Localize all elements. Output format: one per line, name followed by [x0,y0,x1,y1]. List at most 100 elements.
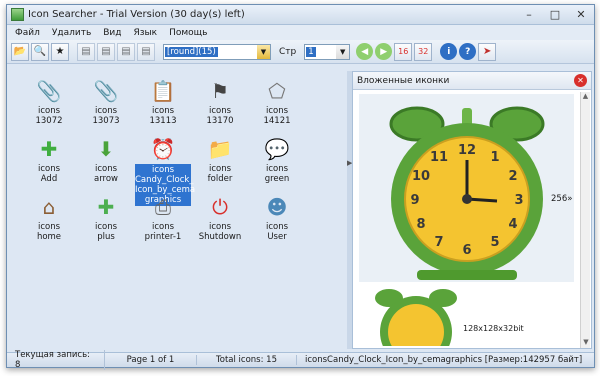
icon-grid-item-prefix: icons [265,106,289,116]
info-button[interactable]: i [440,43,458,60]
icon-grid-item[interactable]: 📎 icons 13073 [78,79,134,126]
menu-language[interactable]: Язык [134,28,158,38]
menu-delete[interactable]: Удалить [52,28,91,38]
home-icon: ⌂ [42,195,56,219]
icon-grid-item-prefix: icons [208,164,232,174]
icon-grid-item-prefix: icons [151,106,175,116]
help-button[interactable]: ? [459,43,477,60]
scroll-down-icon[interactable]: ▼ [581,338,591,348]
icon-grid-item[interactable]: ✚ icons Add [21,137,77,184]
icon-grid-item-label: icons User [249,222,305,242]
exit-button[interactable]: ➤ [478,42,497,61]
exit-icon: ➤ [483,46,492,57]
scroll-up-icon[interactable]: ▲ [581,92,590,102]
status-page: Page 1 of 1 [105,355,197,365]
folder-icon: 📂 [13,46,27,57]
menu-view[interactable]: Вид [103,28,121,38]
main-area: 📎 icons 13072 📎 icons 13073 📋 icons 13113 ⚑ icons 1… [7,65,594,368]
icon-grid-item[interactable]: 💬 icons green [249,137,305,184]
preview-scrollbar[interactable]: ▲ ▼ [580,92,590,348]
window-title: Icon Searcher - Trial Version (30 day(s)… [28,9,245,20]
icon-grid-item[interactable]: ⚑ icons 13170 [192,79,248,126]
close-panel-button[interactable]: ✕ [574,74,587,87]
printer-icon: ⎙ [155,195,171,219]
chevron-down-icon[interactable]: ▼ [336,44,350,59]
icon-grid-item-prefix: icons [94,106,118,116]
save-button[interactable]: ▤ [97,42,115,61]
app-window: Icon Searcher - Trial Version (30 day(s)… [6,4,595,370]
document-icon: 📋 [150,79,176,103]
search-combo-value: [round](15) [165,46,218,57]
maximize-button[interactable]: □ [542,5,568,24]
page-label: Стр [279,46,297,57]
menu-file[interactable]: Файл [15,28,40,38]
svg-text:4: 4 [508,217,517,232]
icon-grid-item[interactable]: 📋 icons 13113 [135,79,191,126]
icon-grid-item-name: 13170 [206,116,234,126]
svg-text:5: 5 [490,235,499,250]
chevron-down-icon[interactable]: ▼ [257,44,270,59]
icon-grid-item-label: icons green [249,164,305,184]
icon-grid-item-name: green [264,174,290,184]
prev-page-button[interactable]: ◀ [356,43,374,60]
open-folder-button[interactable]: 📂 [11,42,29,61]
icon-grid-item[interactable]: ⌂ icons home [21,195,77,242]
alarm-clock-icon: 12 1 2 3 4 5 6 7 8 9 10 11 [359,94,574,282]
app-icon [11,8,24,21]
menu-help[interactable]: Помощь [169,28,207,38]
icon-grid-item-prefix: icons [151,165,175,175]
fork-icon: ⚑ [211,79,229,103]
icon-grid-item[interactable]: ⎙ icons printer-1 [135,195,191,242]
svg-text:6: 6 [462,243,471,258]
grid-32-icon: 32 [418,47,429,56]
search-combo[interactable]: [round](15) ▼ [163,43,271,60]
save-all-button[interactable]: ▤ [117,42,135,61]
icon-grid-item-prefix: icons [94,222,118,232]
icon-grid-item-prefix: icons [37,106,61,116]
icon-thumbnail[interactable] [359,284,574,368]
search-button[interactable]: 🔍 [31,42,49,61]
plus-icon: ✚ [97,195,115,219]
icon-grid-item-label: icons 13113 [135,106,191,126]
icon-grid-item[interactable]: ⬇ icons arrow [78,137,134,184]
arrow-icon: ⬇ [97,137,115,161]
icon-grid-item-name: arrow [93,174,118,184]
icon-grid-item[interactable]: ☻ icons User [249,195,305,242]
svg-text:12: 12 [458,143,476,158]
properties-icon: ▤ [141,46,151,57]
icon-grid-item-name: User [267,232,287,242]
icon-grid-item[interactable]: ⬠ icons 14121 [249,79,305,126]
copy-button[interactable]: ▤ [77,42,95,61]
power-icon: ⏻ [212,195,228,219]
icon-grid-item-prefix: icons [265,164,289,174]
minimize-button[interactable]: – [516,5,542,24]
properties-button[interactable]: ▤ [137,42,155,61]
page-combo[interactable]: 1 ▼ [304,43,351,60]
bookmark-icon: ★ [55,46,65,57]
icon-grid-item-name: Add [40,174,58,184]
icon-grid-item-name: home [36,232,62,242]
icon-preview: 12 1 2 3 4 5 6 7 8 9 10 11 [359,94,574,282]
icon-grid-item-label: icons Add [21,164,77,184]
toolbar: 📂 🔍 ★ ▤ ▤ ▤ ▤ [round](15) ▼ Стр 1 ▼ ◀ ▶ … [7,40,594,64]
clip-icon: 📎 [93,79,119,103]
size-32-button[interactable]: 32 [414,42,433,61]
export-button[interactable]: ★ [51,42,69,61]
icon-grid-item-label: icons printer-1 [135,222,191,242]
icon-grid-item-prefix: icons [208,222,232,232]
close-button[interactable]: ✕ [568,5,594,24]
svg-text:11: 11 [430,150,448,165]
icon-grid-item-label: icons arrow [78,164,134,184]
clock-icon: ⏰ [150,137,176,161]
icon-grid-item[interactable]: 📎 icons 13072 [21,79,77,126]
icon-grid-item[interactable]: ⏻ icons Shutdown [192,195,248,242]
icon-dimensions: 128x128x32bit [463,324,524,333]
icon-grid-item[interactable]: 📁 icons folder [192,137,248,184]
status-file: iconsCandy_Clock_Icon_by_cemagraphics [Р… [305,355,583,365]
icon-grid-item[interactable]: ✚ icons plus [78,195,134,242]
size-16-button[interactable]: 16 [394,42,413,61]
pentagon-icon: ⬠ [268,79,286,103]
icon-grid-item-label: icons Shutdown [192,222,248,242]
icon-grid-item-label: icons folder [192,164,248,184]
next-page-button[interactable]: ▶ [375,43,393,60]
